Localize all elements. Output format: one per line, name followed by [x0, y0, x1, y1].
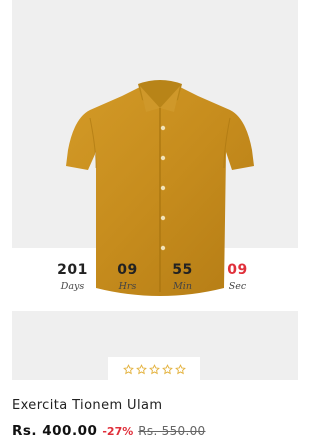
countdown-days-value: 201: [57, 262, 88, 278]
star-outline-icon: [135, 363, 147, 374]
star-rating: [108, 357, 200, 381]
countdown-minutes-value: 55: [172, 262, 193, 278]
countdown-hours-label: Hrs: [118, 281, 137, 292]
countdown-seconds-label: Sec: [228, 281, 247, 292]
current-price: Rs. 400.00: [12, 423, 98, 439]
countdown-hours: 09 Hrs: [100, 262, 155, 296]
countdown-seconds-value: 09: [227, 262, 248, 278]
countdown-days-label: Days: [60, 281, 85, 292]
star-outline-icon: [122, 363, 134, 374]
countdown-seconds: 09 Sec: [210, 262, 265, 296]
countdown-minutes-label: Min: [173, 281, 192, 292]
product-card[interactable]: 201 Days 09 Hrs 55 Min 09 Sec Exercita T…: [0, 0, 306, 448]
countdown-hours-value: 09: [117, 262, 138, 278]
star-outline-icon: [174, 363, 186, 374]
countdown-minutes: 55 Min: [155, 262, 210, 296]
countdown-timer: 201 Days 09 Hrs 55 Min 09 Sec: [12, 262, 298, 296]
original-price: Rs. 550.00: [138, 424, 206, 438]
star-outline-icon: [148, 363, 160, 374]
star-outline-icon: [161, 363, 173, 374]
countdown-days: 201 Days: [45, 262, 100, 296]
product-title[interactable]: Exercita Tionem Ulam: [12, 398, 162, 413]
discount-badge: -27%: [102, 425, 134, 438]
price-row: Rs. 400.00 -27% Rs. 550.00: [12, 423, 205, 439]
